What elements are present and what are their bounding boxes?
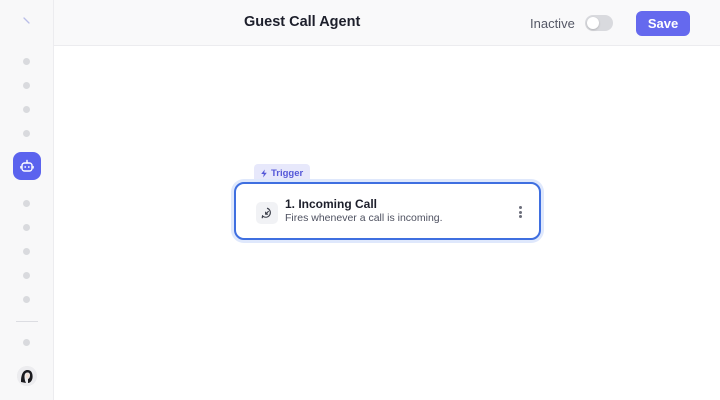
sidebar-item-agents[interactable] [13, 152, 41, 180]
menu-dot [518, 215, 522, 218]
sidebar [0, 0, 54, 400]
trigger-badge: Trigger [254, 164, 311, 182]
bot-icon [20, 159, 34, 172]
avatar[interactable] [17, 366, 37, 386]
avatar-icon [17, 366, 37, 386]
sidebar-item-3[interactable] [23, 106, 30, 113]
sidebar-item-4[interactable] [23, 130, 30, 137]
page-title: Guest Call Agent [244, 14, 361, 30]
menu-dot [518, 206, 522, 209]
menu-dot [518, 210, 522, 214]
sidebar-item-11[interactable] [23, 339, 30, 346]
active-toggle[interactable] [585, 15, 613, 31]
save-button[interactable]: Save [636, 11, 690, 36]
node-menu-button[interactable] [515, 204, 525, 220]
sidebar-divider [16, 321, 38, 322]
workflow-node-incoming-call[interactable]: 1. Incoming Call Fires whenever a call i… [234, 182, 541, 240]
sidebar-item-9[interactable] [23, 272, 30, 279]
node-description: Fires whenever a call is incoming. [285, 212, 443, 224]
header: Guest Call Agent Inactive Save [54, 0, 720, 46]
incoming-call-icon [256, 202, 278, 224]
lightning-icon [261, 169, 267, 177]
trigger-badge-label: Trigger [271, 167, 304, 179]
sidebar-item-6[interactable] [23, 200, 30, 207]
toggle-knob [587, 17, 599, 29]
sidebar-item-1[interactable] [23, 58, 30, 65]
status-label: Inactive [530, 16, 575, 31]
node-title: 1. Incoming Call [285, 197, 378, 211]
sidebar-item-7[interactable] [23, 224, 30, 231]
sidebar-item-8[interactable] [23, 248, 30, 255]
logo-icon[interactable] [22, 16, 32, 26]
sidebar-item-2[interactable] [23, 82, 30, 89]
sidebar-item-10[interactable] [23, 296, 30, 303]
